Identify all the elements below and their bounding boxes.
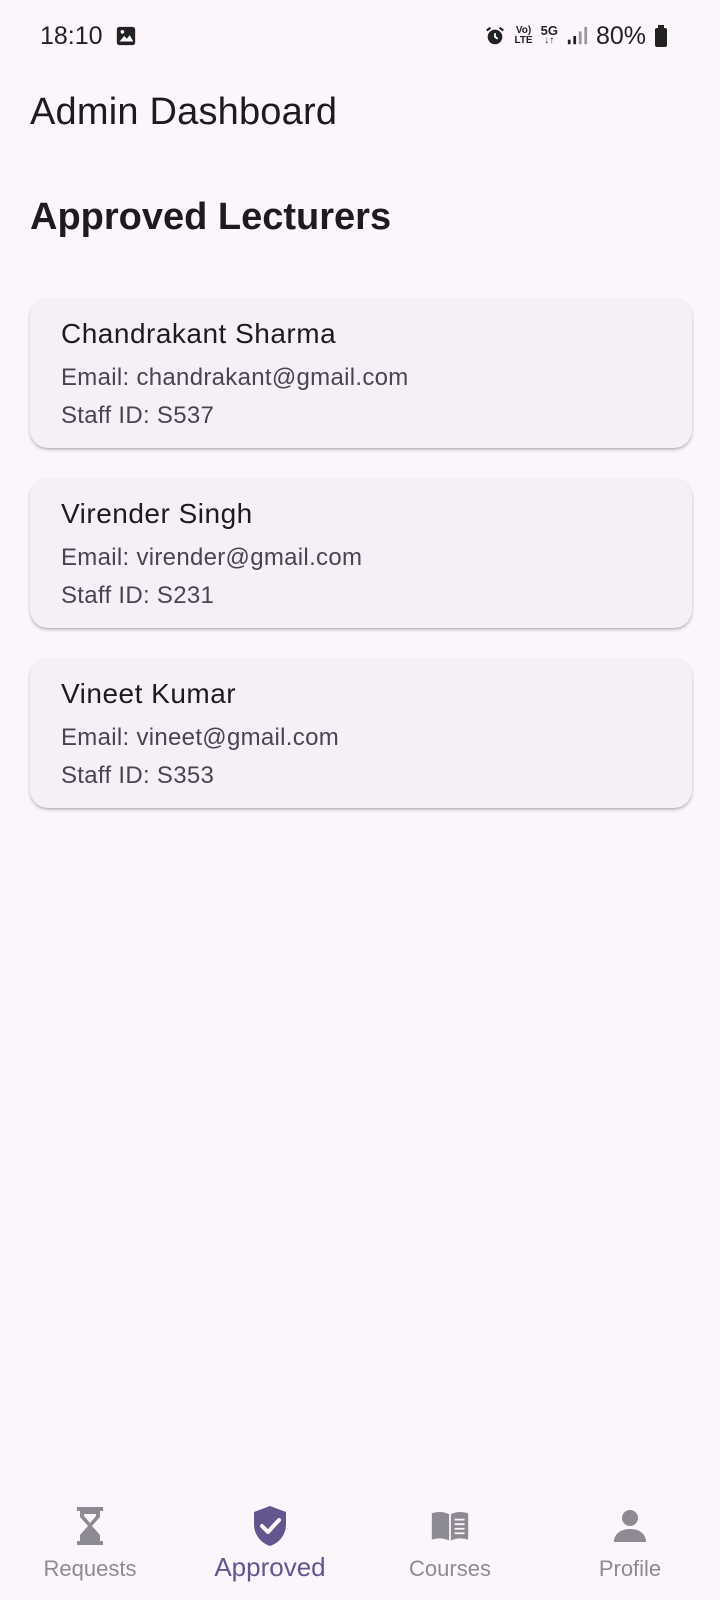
lecturer-name: Vineet Kumar (61, 678, 237, 709)
lecturer-card[interactable]: Vineet Kumar Email: vineet@gmail.com Sta… (30, 658, 692, 808)
lecturer-staff-id: Staff ID: S537 (61, 402, 215, 429)
lecturer-email: Email: chandrakant@gmail.com (61, 364, 409, 391)
section-title: Approved Lecturers (30, 196, 392, 238)
nav-label-approved: Approved (214, 1552, 326, 1582)
battery-percent: 80% (595, 21, 646, 50)
signal-icon (566, 25, 588, 47)
screen: 18:10 Vo) LTE 5G ↓↑ 80% Admin Dashboard … (0, 0, 720, 1600)
5g-indicator: 5G ↓↑ (541, 24, 558, 46)
nav-label-profile: Profile (598, 1556, 662, 1581)
verified-shield-icon (250, 1506, 290, 1546)
lecturer-name: Virender Singh (61, 498, 253, 529)
status-bar: 18:10 Vo) LTE 5G ↓↑ 80% (0, 0, 720, 72)
page-title: Admin Dashboard (30, 90, 338, 133)
status-left: 18:10 (40, 22, 137, 51)
data-arrows-icon: ↓↑ (544, 35, 555, 46)
hourglass-icon (70, 1506, 110, 1546)
gallery-icon (115, 25, 137, 47)
person-icon (610, 1506, 650, 1546)
nav-item-requests[interactable]: Requests (0, 1480, 180, 1582)
nav-label-requests: Requests (43, 1556, 137, 1581)
lecturer-card[interactable]: Virender Singh Email: virender@gmail.com… (30, 478, 692, 628)
lecturer-staff-id: Staff ID: S353 (61, 762, 215, 789)
app-bar: Admin Dashboard (30, 80, 337, 144)
lecturer-card[interactable]: Chandrakant Sharma Email: chandrakant@gm… (30, 298, 692, 448)
nav-item-profile[interactable]: Profile (540, 1480, 720, 1582)
status-time: 18:10 (40, 21, 103, 50)
battery-icon (654, 24, 668, 48)
lecturer-staff-id: Staff ID: S231 (61, 582, 215, 609)
book-icon (430, 1506, 470, 1546)
volte-bottom: LTE (514, 35, 533, 46)
status-right: Vo) LTE 5G ↓↑ 80% (484, 22, 668, 51)
lecturer-email: Email: virender@gmail.com (61, 544, 363, 571)
nav-item-approved[interactable]: Approved (180, 1480, 360, 1583)
lecturer-email: Email: vineet@gmail.com (61, 724, 340, 751)
alarm-icon (484, 25, 506, 47)
bottom-navigation: Requests Approved Courses Profile (0, 1480, 720, 1600)
volte-indicator: Vo) LTE (514, 26, 532, 46)
nav-label-courses: Courses (409, 1556, 491, 1581)
lecturer-name: Chandrakant Sharma (61, 318, 337, 349)
nav-item-courses[interactable]: Courses (360, 1480, 540, 1582)
lecturer-list: Chandrakant Sharma Email: chandrakant@gm… (30, 298, 692, 838)
